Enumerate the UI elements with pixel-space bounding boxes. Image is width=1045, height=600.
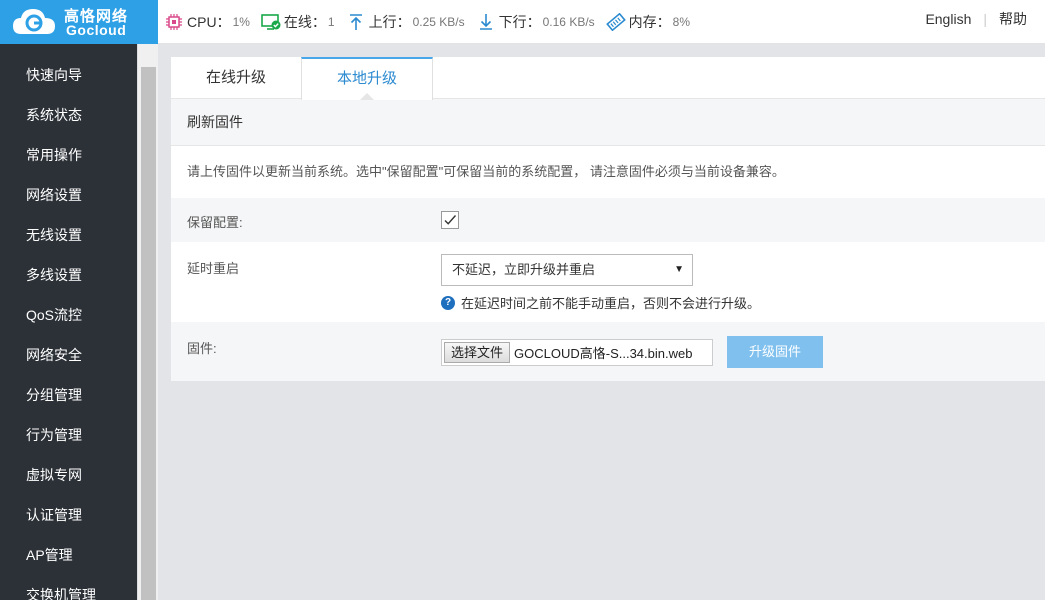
checkmark-icon (444, 215, 457, 225)
status-bar: CPU： 1% 在线： 1 上行： 0.25 KB/s 下行： 0.16 KB/… (164, 0, 701, 44)
sidebar-item-qos[interactable]: QoS流控 (0, 295, 137, 335)
monitor-check-icon (261, 12, 281, 32)
online-value: 1 (327, 15, 335, 29)
header-links: English | 帮助 (925, 0, 1027, 38)
memory-value: 8% (672, 15, 690, 29)
download-label: 下行： (498, 14, 541, 30)
sidebar-item-vpn[interactable]: 虚拟专网 (0, 455, 137, 495)
upload-value: 0.25 KB/s (412, 15, 465, 29)
cpu-stat: CPU： 1% (164, 12, 250, 32)
download-value: 0.16 KB/s (542, 15, 595, 29)
delay-reboot-row: 延时重启 不延迟，立即升级并重启 ▼ ? 在延迟时间之前不能手动重启，否则不会进… (171, 242, 1045, 322)
delay-reboot-hint: ? 在延迟时间之前不能手动重启，否则不会进行升级。 (441, 293, 760, 312)
upload-stat: 上行： 0.25 KB/s (346, 12, 465, 32)
download-arrow-icon (476, 12, 496, 32)
cpu-icon (164, 12, 184, 32)
section-title: 刷新固件 (171, 99, 1045, 146)
firmware-file-input[interactable]: 选择文件 GOCLOUD高恪-S...34.bin.web (441, 339, 713, 366)
language-link[interactable]: English (925, 11, 971, 27)
memory-stat: 内存： 8% (605, 12, 690, 32)
upload-arrow-icon (346, 12, 366, 32)
sidebar-item-multi-line-settings[interactable]: 多线设置 (0, 255, 137, 295)
sidebar-item-common-operations[interactable]: 常用操作 (0, 135, 137, 175)
dropdown-arrow-icon: ▼ (674, 264, 684, 275)
memory-icon (605, 12, 626, 32)
sidebar-item-behavior-management[interactable]: 行为管理 (0, 415, 137, 455)
keep-config-label: 保留配置: (187, 215, 243, 230)
choose-file-button[interactable]: 选择文件 (444, 342, 511, 363)
cpu-value: 1% (232, 15, 250, 29)
scrollbar-thumb[interactable] (141, 67, 156, 600)
firmware-row: 固件: 选择文件 GOCLOUD高恪-S...34.bin.web 升级固件 (171, 322, 1045, 381)
top-header: 高恪网络 Gocloud CPU： 1% 在线： 1 上行： 0.25 KB/s (0, 0, 1045, 44)
brand-name-en: Gocloud (66, 22, 127, 38)
memory-label: 内存： (628, 14, 671, 30)
selected-file-name: GOCLOUD高恪-S...34.bin.web (514, 346, 693, 361)
tab-online-upgrade[interactable]: 在线升级 (171, 57, 301, 99)
delay-reboot-selected: 不延迟，立即升级并重启 (452, 262, 596, 277)
sidebar-item-switch-management[interactable]: 交换机管理 (0, 575, 137, 600)
keep-config-checkbox[interactable] (441, 211, 459, 229)
sidebar-nav: 快速向导 系统状态 常用操作 网络设置 无线设置 多线设置 QoS流控 网络安全… (0, 44, 137, 600)
sidebar-item-network-settings[interactable]: 网络设置 (0, 175, 137, 215)
question-icon: ? (441, 295, 455, 310)
firmware-panel: 在线升级 本地升级 刷新固件 请上传固件以更新当前系统。选中"保留配置"可保留当… (171, 57, 1045, 381)
sidebar-item-ap-management[interactable]: AP管理 (0, 535, 137, 575)
sidebar-item-network-security[interactable]: 网络安全 (0, 335, 137, 375)
sidebar-item-group-management[interactable]: 分组管理 (0, 375, 137, 415)
section-description: 请上传固件以更新当前系统。选中"保留配置"可保留当前的系统配置， 请注意固件必须… (187, 164, 785, 179)
sidebar-item-system-status[interactable]: 系统状态 (0, 95, 137, 135)
upgrade-tabs: 在线升级 本地升级 (171, 57, 1045, 100)
delay-reboot-hint-text: 在延迟时间之前不能手动重启，否则不会进行升级。 (461, 296, 761, 311)
sidebar-item-quick-wizard[interactable]: 快速向导 (0, 55, 137, 95)
help-link[interactable]: 帮助 (999, 9, 1027, 29)
divider: | (983, 11, 987, 27)
active-tab-pointer (360, 93, 374, 100)
download-stat: 下行： 0.16 KB/s (476, 12, 595, 32)
firmware-label: 固件: (187, 341, 217, 356)
sidebar-item-auth-management[interactable]: 认证管理 (0, 495, 137, 535)
sidebar-scrollbar[interactable] (137, 44, 158, 600)
online-label: 在线： (283, 14, 326, 30)
brand-logo[interactable]: 高恪网络 Gocloud (0, 0, 158, 44)
upgrade-firmware-button[interactable]: 升级固件 (727, 336, 823, 368)
cloud-logo-icon (13, 9, 55, 34)
keep-config-row: 保留配置: (171, 198, 1045, 242)
upload-label: 上行： (368, 14, 411, 30)
delay-reboot-select[interactable]: 不延迟，立即升级并重启 ▼ (441, 254, 693, 286)
online-stat: 在线： 1 (261, 12, 335, 32)
cpu-label: CPU： (187, 14, 231, 30)
sidebar-item-wireless-settings[interactable]: 无线设置 (0, 215, 137, 255)
delay-reboot-label: 延时重启 (187, 261, 240, 276)
